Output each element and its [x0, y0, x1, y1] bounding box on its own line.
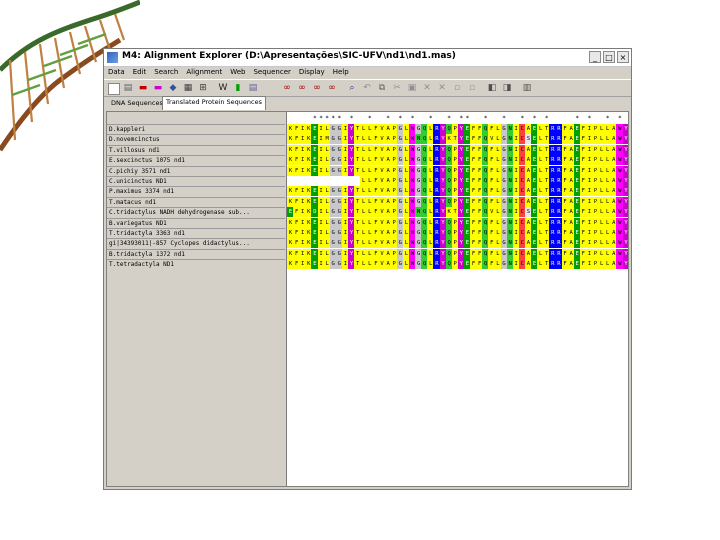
mega-app-icon — [107, 52, 118, 63]
settings-icon[interactable]: ▥ — [522, 83, 532, 93]
residue-cell[interactable]: Y — [622, 228, 628, 238]
residue-cell[interactable]: Y — [622, 155, 628, 166]
color-display-icon[interactable]: ▬ — [138, 83, 148, 93]
menu-sequencer[interactable]: Sequencer — [249, 67, 294, 78]
binoculars-prev-icon[interactable]: ∞ — [297, 83, 307, 93]
new-doc-icon[interactable] — [108, 83, 120, 95]
consensus-cell: * — [618, 115, 622, 122]
tab-dna-sequences[interactable]: DNA Sequences — [108, 98, 166, 109]
sequence-name-row[interactable]: C.unicinctus ND1 — [107, 176, 285, 186]
binoculars-all-icon[interactable]: ∞ — [327, 83, 337, 93]
close-button[interactable]: × — [617, 51, 629, 63]
menu-search[interactable]: Search — [150, 67, 182, 78]
sequence-name-row[interactable]: B.variegatus ND1 — [107, 217, 285, 228]
binoculars-next-icon[interactable]: ∞ — [312, 83, 322, 93]
title-bar[interactable]: M4: Alignment Explorer (D:\Apresentações… — [104, 49, 631, 67]
residue-cell[interactable]: Y — [622, 124, 628, 134]
sequence-name-row[interactable]: C.tridactylus NADH dehydrogenase sub... — [107, 207, 285, 217]
residue-cell[interactable]: Y — [622, 217, 628, 228]
sequence-name-row[interactable]: E.sexcinctus 1075 nd1 — [107, 155, 285, 165]
residue-cell[interactable]: Y — [622, 134, 628, 145]
sequence-tabs: DNA Sequences Translated Protein Sequenc… — [104, 96, 631, 110]
sequence-name-row[interactable]: B.tridactyla 1372 nd1 — [107, 248, 285, 259]
window-title: M4: Alignment Explorer (D:\Apresentações… — [122, 51, 456, 61]
menu-help[interactable]: Help — [329, 67, 353, 78]
move-right-icon[interactable]: ◨ — [502, 83, 512, 93]
minimize-button[interactable]: _ — [589, 51, 601, 63]
table-icon[interactable]: ▦ — [183, 83, 193, 93]
sequence-name-row[interactable]: T.matacus nd1 — [107, 196, 285, 207]
zoom-icon[interactable]: ⊞ — [198, 83, 208, 93]
search-icon[interactable]: ⌕ — [347, 83, 357, 93]
alignment-grid[interactable]: * * * * * * * * * * * * * * * * * * * * * * * K F I K E I L G G I Y T L L F V A… — [287, 112, 628, 486]
toolbar: ▤ ▬ ▬ ◆ ▦ ⊞ W ▮ ▤ ∞ ∞ ∞ ∞ ⌕ ↶ ⧉ ✂ ▣ ✕ ✕ … — [104, 79, 631, 97]
residue-cell[interactable]: Y — [622, 238, 628, 249]
copy-icon[interactable]: ⧉ — [377, 83, 387, 93]
binoculars-icon[interactable]: ∞ — [282, 83, 292, 93]
sequence-name-row[interactable]: P.maximus 3374 nd1 — [107, 186, 285, 196]
protein-icon[interactable]: ◆ — [168, 83, 178, 93]
residue-cell[interactable]: Y — [622, 259, 628, 270]
sequence-name-row[interactable]: D.novemcinctus — [107, 134, 285, 144]
undo-icon[interactable]: ↶ — [362, 83, 372, 93]
mark-icon[interactable]: ▫ — [452, 83, 462, 93]
names-header — [107, 112, 285, 122]
menu-display[interactable]: Display — [295, 67, 329, 78]
sequence-name-row[interactable]: T.tridactyla 3363 nd1 — [107, 228, 285, 238]
menu-alignment[interactable]: Alignment — [182, 67, 226, 78]
residue-cell[interactable]: Y — [622, 248, 628, 259]
open-icon[interactable]: ▤ — [123, 83, 133, 93]
delete-icon[interactable]: ✕ — [422, 83, 432, 93]
residue-cell[interactable]: Y — [622, 196, 628, 207]
insert-icon[interactable]: ▫ — [467, 83, 477, 93]
paste-icon[interactable]: ▣ — [407, 83, 417, 93]
sequence-name-row[interactable]: D.kappleri — [107, 124, 285, 134]
maximize-button[interactable]: □ — [603, 51, 615, 63]
residue-cell[interactable]: Y — [622, 207, 628, 218]
residue-cell[interactable]: Y — [622, 144, 628, 155]
translate-icon[interactable]: ▤ — [248, 83, 258, 93]
align-muscle-icon[interactable]: ▮ — [233, 83, 243, 93]
menu-web[interactable]: Web — [226, 67, 249, 78]
sequence-name-row[interactable]: T.villosus nd1 — [107, 144, 285, 155]
cut-icon[interactable]: ✂ — [392, 83, 402, 93]
alignment-explorer-window: M4: Alignment Explorer (D:\Apresentações… — [103, 48, 632, 490]
menu-edit[interactable]: Edit — [129, 67, 151, 78]
sequence-name-row[interactable]: T.tetradactyla ND1 — [107, 259, 285, 269]
highlight-icon[interactable]: ▬ — [153, 83, 163, 93]
menu-data[interactable]: Data — [104, 67, 129, 78]
tab-translated-protein-sequences[interactable]: Translated Protein Sequences — [162, 96, 267, 110]
menu-bar: Data Edit Search Alignment Web Sequencer… — [104, 67, 631, 78]
residue-cell[interactable]: Y — [622, 186, 628, 197]
residue-cell[interactable]: Y — [622, 176, 628, 186]
alignment-content: D.kappleri D.novemcinctus T.villosus nd1 E.… — [106, 111, 629, 487]
sequence-name-panel: D.kappleri D.novemcinctus T.villosus nd1 E.… — [107, 112, 287, 486]
align-w-icon[interactable]: W — [218, 83, 228, 93]
delete-gap-icon[interactable]: ✕ — [437, 83, 447, 93]
sequence-name-row[interactable]: C.pichiy 3571 nd1 — [107, 165, 285, 176]
move-left-icon[interactable]: ◧ — [487, 83, 497, 93]
residue-cell[interactable]: Y — [622, 165, 628, 176]
sequence-name-row[interactable]: gi|34393011|-857 Cyclopes didactylus... — [107, 238, 285, 248]
